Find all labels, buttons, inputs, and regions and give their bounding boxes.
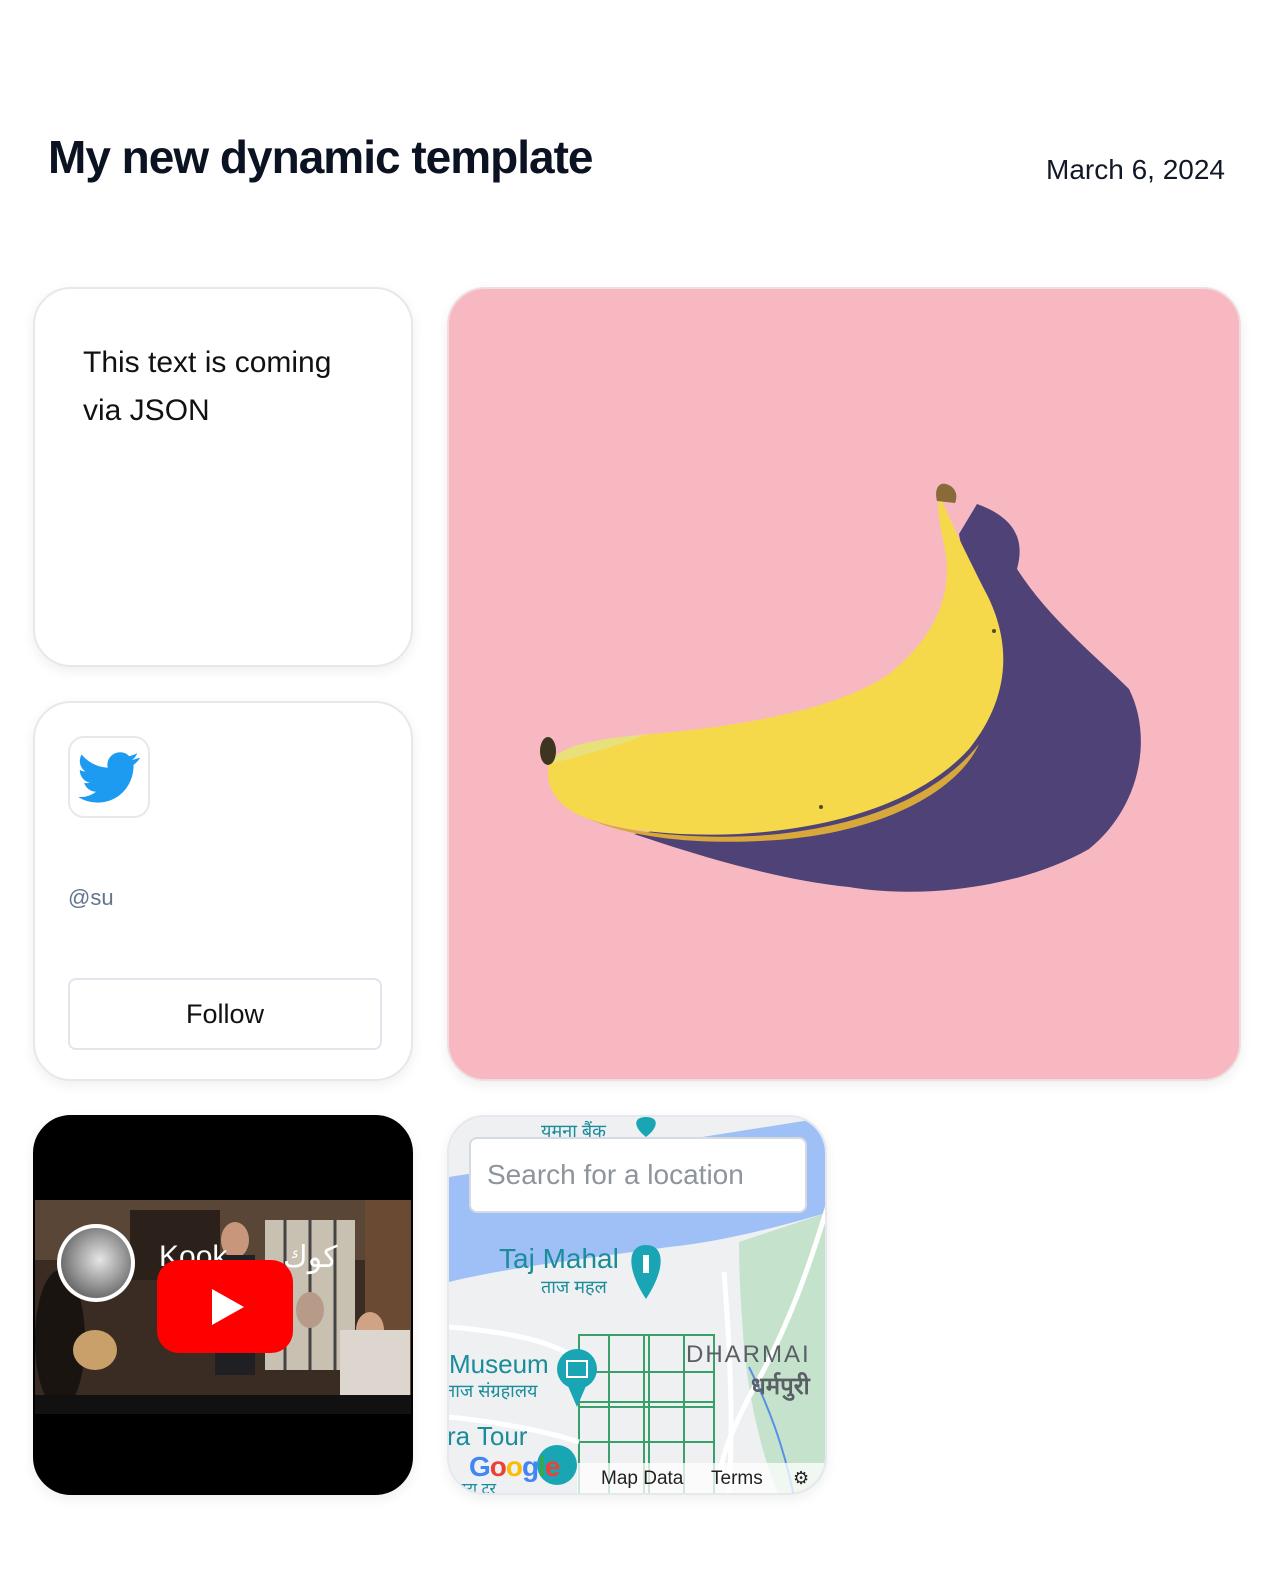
page-date: March 6, 2024 [1046, 154, 1225, 185]
map-terms-link[interactable]: Terms [711, 1468, 763, 1490]
map-label-taj-mahal[interactable]: Taj Mahal [499, 1243, 619, 1275]
map-label-museum-hi: ताज संग्रहालय [447, 1381, 538, 1401]
banana-image-card [447, 287, 1241, 1081]
twitter-bird-icon [78, 752, 140, 803]
video-title-arabic[interactable]: كوك [283, 1240, 338, 1275]
video-thumbnail[interactable]: Kook كوك [35, 1200, 411, 1414]
twitter-icon-box[interactable] [68, 736, 150, 818]
map-footer: Map Data Terms ⚙ [449, 1463, 825, 1493]
map-data-link[interactable]: Map Data [601, 1468, 683, 1490]
twitter-handle: @su [68, 885, 114, 910]
map-label-taj-mahal-hi: ताज महल [541, 1277, 607, 1297]
page-title: My new dynamic template [48, 131, 593, 183]
twitter-card: @su Follow [33, 701, 413, 1081]
banana-image [449, 289, 1239, 1079]
youtube-play-icon[interactable] [157, 1260, 293, 1353]
gear-icon[interactable]: ⚙ [793, 1468, 809, 1489]
text-card-body: This text is coming via JSON [83, 346, 332, 427]
channel-avatar[interactable] [57, 1224, 135, 1302]
text-card: This text is coming via JSON [33, 287, 413, 667]
map-label-dharma: DHARMAI [686, 1341, 811, 1368]
map-search-input[interactable] [469, 1137, 807, 1213]
follow-button[interactable]: Follow [68, 978, 382, 1050]
map-card[interactable]: यमना बैंक Taj Mahal ताज महल Museum ताज स… [447, 1115, 827, 1495]
map-label-museum[interactable]: Museum [449, 1349, 549, 1380]
map-label-dharma-hi: धर्मपुरी [751, 1373, 810, 1400]
youtube-video-card[interactable]: Kook كوك [33, 1115, 413, 1495]
map-label-tour[interactable]: ra Tour [449, 1421, 527, 1452]
